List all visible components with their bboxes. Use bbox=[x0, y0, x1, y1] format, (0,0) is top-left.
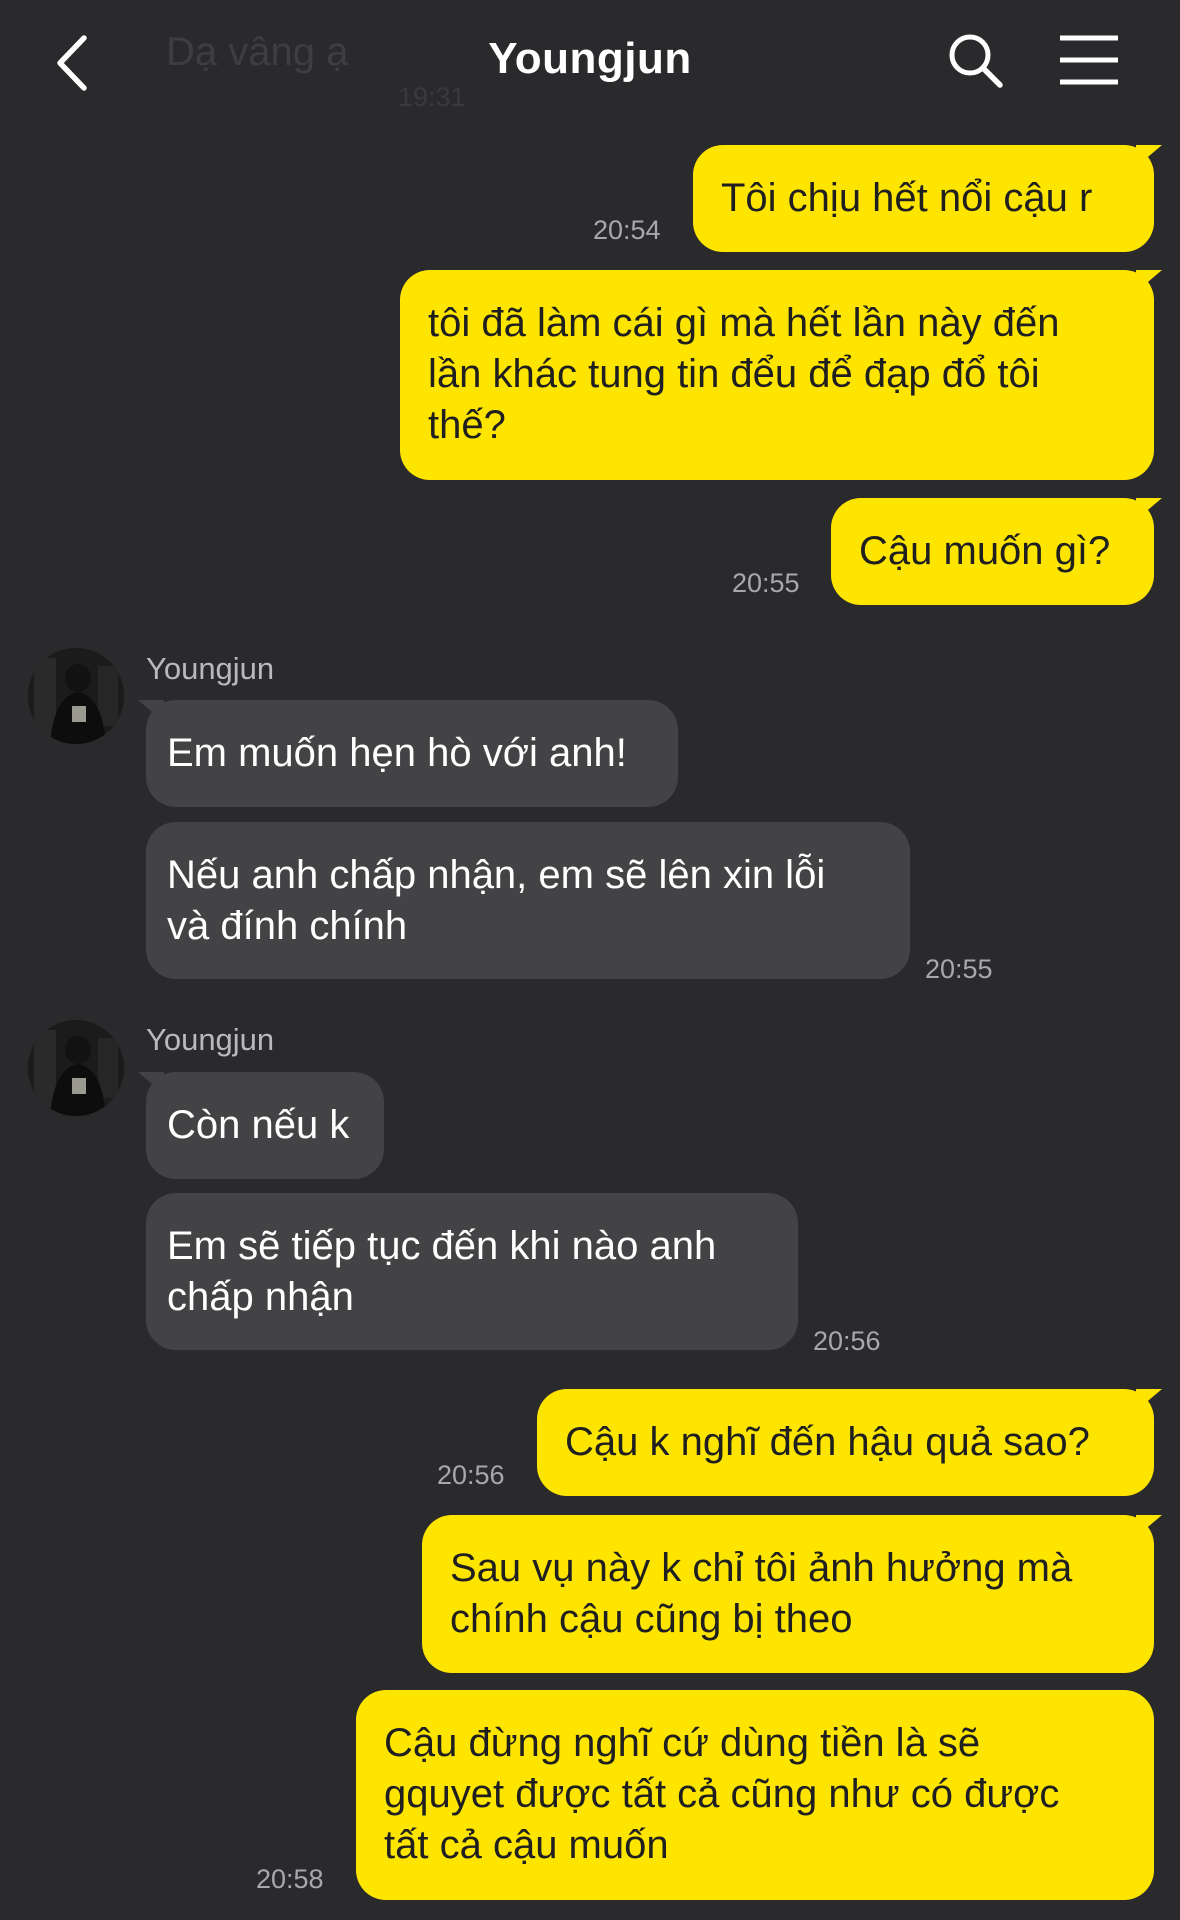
my-message-bubble[interactable]: tôi đã làm cái gì mà hết lần này đến lần… bbox=[400, 270, 1162, 480]
their-message-bubble[interactable]: Em sẽ tiếp tục đến khi nào anh chấp nhận bbox=[146, 1193, 798, 1350]
their-message-bubble[interactable]: Còn nếu k bbox=[138, 1072, 384, 1179]
avatar-photo-icon bbox=[28, 648, 124, 744]
my-message-bubble[interactable]: Cậu đừng nghĩ cứ dùng tiền là sẽ gquyet … bbox=[356, 1690, 1154, 1900]
sender-name: Youngjun bbox=[146, 1022, 275, 1057]
their-message-bubble[interactable]: Nếu anh chấp nhận, em sẽ lên xin lỗi và … bbox=[146, 822, 910, 979]
message-time: 20:56 bbox=[813, 1326, 881, 1356]
message-time: 20:56 bbox=[437, 1460, 505, 1490]
avatar[interactable] bbox=[28, 1020, 124, 1116]
message-time: 20:55 bbox=[732, 568, 800, 598]
my-message-bubble[interactable]: Cậu k nghĩ đến hậu quả sao? bbox=[537, 1389, 1162, 1496]
faded-previous-time: 19:31 bbox=[398, 82, 466, 112]
message-time: 20:54 bbox=[593, 215, 661, 245]
my-message-bubble[interactable]: Cậu muốn gì? bbox=[831, 498, 1162, 605]
avatar-photo-icon bbox=[28, 1020, 124, 1116]
my-message-bubble[interactable]: Tôi chịu hết nổi cậu r bbox=[693, 145, 1162, 252]
sender-name: Youngjun bbox=[146, 651, 275, 686]
search-icon[interactable] bbox=[945, 30, 1005, 90]
message-time: 20:58 bbox=[256, 1864, 324, 1894]
message-time: 20:55 bbox=[925, 954, 993, 984]
their-message-bubble[interactable]: Em muốn hẹn hò với anh! bbox=[138, 700, 678, 807]
chat-header: Dạ vâng ạ 19:31 Youngjun bbox=[0, 0, 1180, 120]
avatar[interactable] bbox=[28, 648, 124, 744]
my-message-bubble[interactable]: Sau vụ này k chỉ tôi ảnh hưởng mà chính … bbox=[422, 1515, 1162, 1673]
menu-icon[interactable] bbox=[1058, 34, 1120, 86]
